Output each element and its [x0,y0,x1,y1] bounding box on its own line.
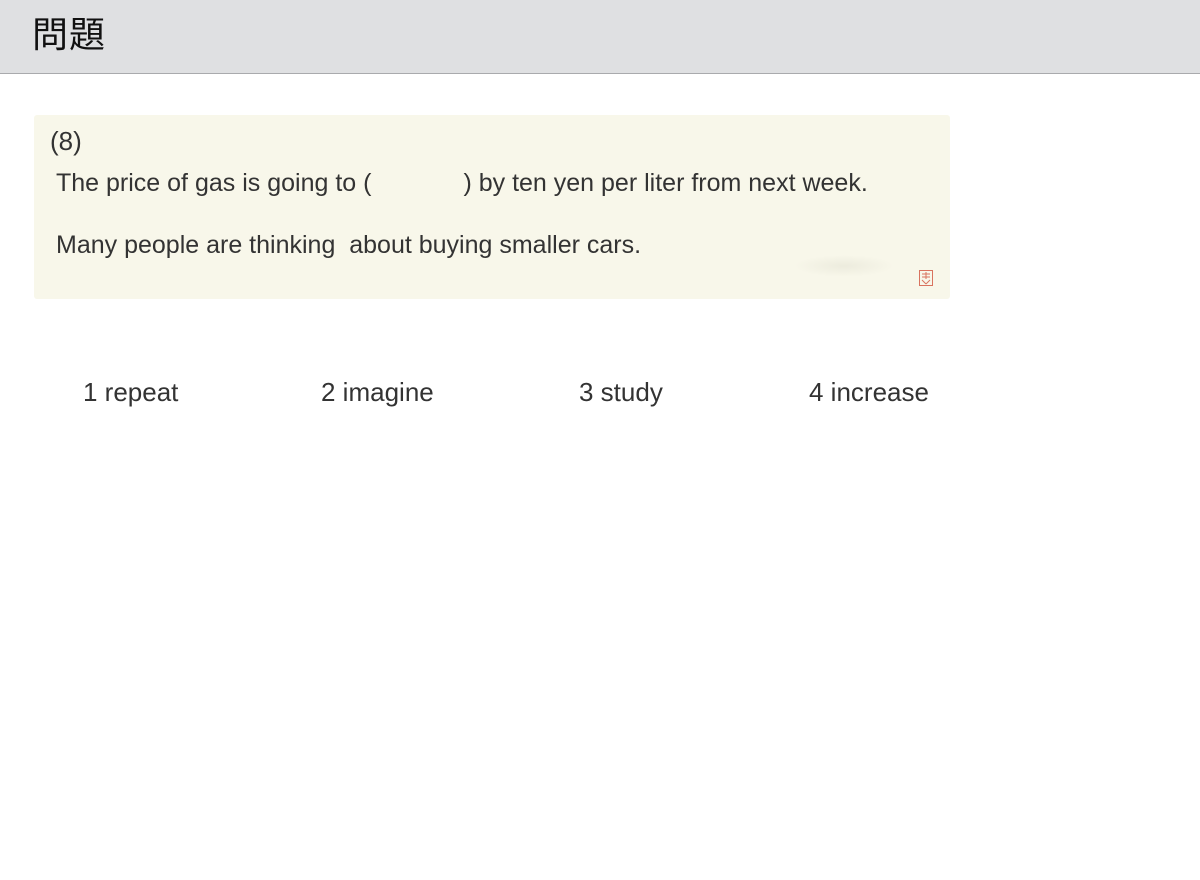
choice-3-study[interactable]: 3 study [579,374,663,410]
seal-stamp-icon [919,270,933,286]
question-sentence-1: The price of gas is going to ( ) by ten y… [56,167,868,199]
answer-choices: 1 repeat 2 imagine 3 study 4 increase [0,370,1200,414]
question-sentence-1-end: ) by ten yen per liter from next week. [463,169,868,197]
question-number: (8) [50,126,82,156]
question-sentence-2: Many people are thinking about buying sm… [56,231,642,259]
background-smudge [794,255,894,277]
choice-2-imagine[interactable]: 2 imagine [321,374,434,410]
question-card: (8) The price of gas is going to ( ) by t… [34,115,950,299]
choice-1-repeat[interactable]: 1 repeat [83,374,178,410]
page-title: 問題 [32,15,107,56]
page-header: 問題 [0,0,1200,74]
choice-4-increase[interactable]: 4 increase [809,374,929,410]
question-sentence-1-start: The price of gas is going to ( [56,169,372,197]
